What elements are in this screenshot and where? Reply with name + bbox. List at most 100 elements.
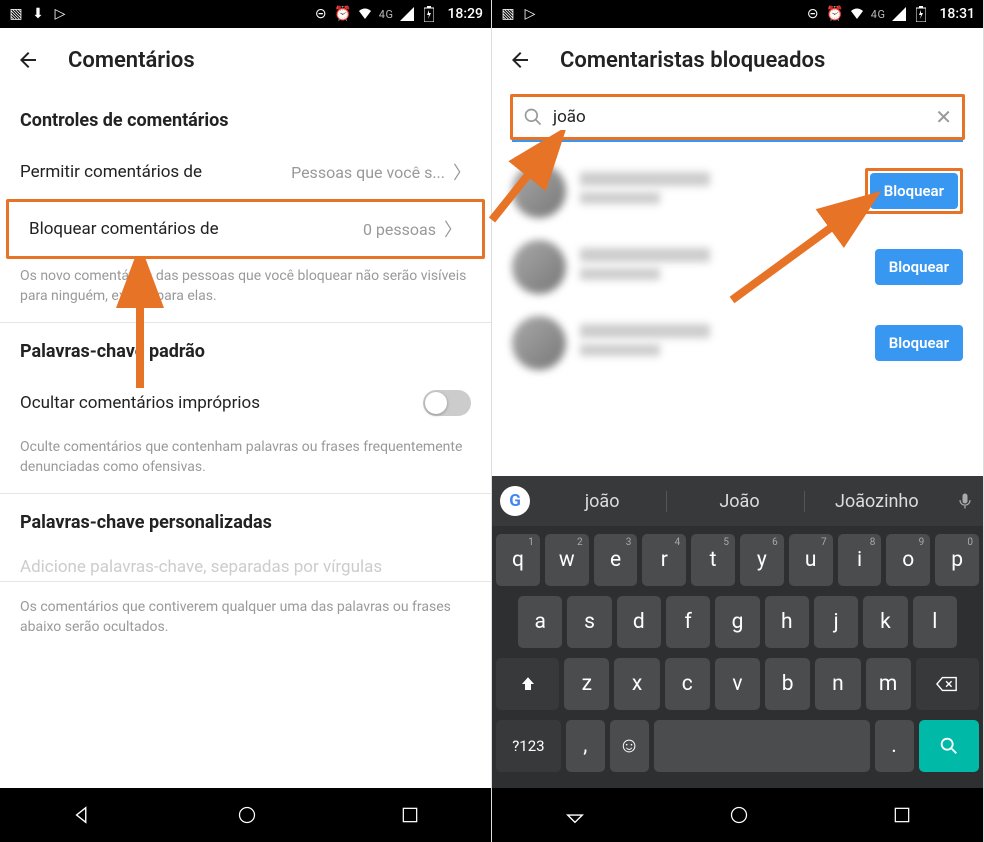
toggle-off[interactable] <box>423 390 471 416</box>
row-value: Pessoas que você s... <box>291 163 445 182</box>
suggestion[interactable]: Joãozinho <box>813 491 941 512</box>
mic-icon[interactable] <box>955 491 975 511</box>
suggestion[interactable]: joão <box>538 491 667 512</box>
nav-back-icon[interactable] <box>564 804 586 826</box>
help-text: Os comentários que contiverem qualquer u… <box>0 590 491 653</box>
key-c[interactable]: c <box>665 658 710 710</box>
nav-recent-icon[interactable] <box>400 805 420 825</box>
android-nav <box>492 788 983 842</box>
key-k[interactable]: k <box>863 596 907 648</box>
battery-icon <box>421 6 437 22</box>
key-d[interactable]: d <box>617 596 661 648</box>
user-name <box>580 172 851 210</box>
status-bar: ▧ ▷ ⊝ ⏰ 4G 18:31 <box>492 0 983 28</box>
key-b[interactable]: b <box>765 658 810 710</box>
help-text: Os novo comentários das pessoas que você… <box>0 259 491 322</box>
key-l[interactable]: l <box>913 596 957 648</box>
nav-recent-icon[interactable] <box>892 805 912 825</box>
alarm-icon: ⏰ <box>335 6 351 22</box>
suggestion-bar: G joão João Joãozinho <box>492 476 983 526</box>
key-q[interactable]: q1 <box>496 534 540 586</box>
space-key[interactable] <box>654 720 870 772</box>
key-x[interactable]: x <box>614 658 659 710</box>
keywords-input[interactable]: Adicione palavras-chave, separadas por v… <box>0 547 491 582</box>
key-w[interactable]: w2 <box>545 534 589 586</box>
row-hide-inappropriate[interactable]: Ocultar comentários impróprios <box>0 376 491 430</box>
user-row: Bloquear <box>512 316 963 370</box>
avatar[interactable] <box>512 164 566 218</box>
phone-left: ▧ ⬇ ▷ ⊝ ⏰ 4G 18:29 Comentários Controles… <box>0 0 492 842</box>
user-row: Bloquear <box>512 240 963 294</box>
search-value: joão <box>553 107 925 127</box>
nav-back-icon[interactable] <box>72 804 94 826</box>
app-header: Comentários <box>0 28 491 92</box>
search-icon <box>523 107 543 127</box>
search-input[interactable]: joão ✕ <box>513 97 962 137</box>
key-t[interactable]: t5 <box>691 534 735 586</box>
back-icon[interactable] <box>16 48 40 72</box>
key-p[interactable]: p0 <box>935 534 979 586</box>
avatar[interactable] <box>512 240 566 294</box>
key-n[interactable]: n <box>815 658 860 710</box>
key-g[interactable]: g <box>715 596 759 648</box>
signal-icon <box>399 6 415 22</box>
key-r[interactable]: r4 <box>642 534 686 586</box>
help-text: Oculte comentários que contenham palavra… <box>0 430 491 493</box>
period-key[interactable]: . <box>875 720 914 772</box>
section-title-controls: Controles de comentários <box>0 92 491 145</box>
chevron-right-icon: 〉 <box>453 159 471 185</box>
key-a[interactable]: a <box>518 596 562 648</box>
clock: 18:29 <box>447 6 483 22</box>
key-u[interactable]: u7 <box>789 534 833 586</box>
google-icon[interactable]: G <box>500 486 530 516</box>
row-block-comments[interactable]: Bloquear comentários de 0 pessoas 〉 <box>6 199 485 259</box>
nav-home-icon[interactable] <box>729 805 749 825</box>
key-i[interactable]: i8 <box>838 534 882 586</box>
clear-icon[interactable]: ✕ <box>935 105 952 129</box>
user-name <box>580 248 861 286</box>
key-y[interactable]: y6 <box>740 534 784 586</box>
block-button[interactable]: Bloquear <box>875 325 963 361</box>
emoji-key[interactable]: ☺ <box>610 720 649 772</box>
key-z[interactable]: z <box>564 658 609 710</box>
search-key[interactable] <box>919 720 979 772</box>
row-value: 0 pessoas <box>363 220 436 239</box>
key-h[interactable]: h <box>765 596 809 648</box>
signal-icon <box>891 6 907 22</box>
section-title-keywords: Palavras-chave padrão <box>0 323 491 376</box>
block-button[interactable]: Bloquear <box>875 249 963 285</box>
download-icon: ⬇ <box>30 6 46 22</box>
alarm-icon: ⏰ <box>827 6 843 22</box>
shift-key[interactable] <box>496 658 559 710</box>
key-e[interactable]: e3 <box>594 534 638 586</box>
key-m[interactable]: m <box>866 658 911 710</box>
row-label: Bloquear comentários de <box>29 219 363 239</box>
key-v[interactable]: v <box>715 658 760 710</box>
play-icon: ▷ <box>52 6 68 22</box>
row-label: Permitir comentários de <box>20 162 291 182</box>
comma-key[interactable]: , <box>566 720 605 772</box>
battery-icon <box>913 6 929 22</box>
user-row: Bloquear <box>512 164 963 218</box>
page-title: Comentários <box>68 48 195 73</box>
phone-right: ▧ ▷ ⊝ ⏰ 4G 18:31 Comentaristas bloqueado… <box>492 0 984 842</box>
key-s[interactable]: s <box>567 596 611 648</box>
backspace-key[interactable] <box>916 658 979 710</box>
dnd-icon: ⊝ <box>313 6 329 22</box>
block-button[interactable]: Bloquear <box>870 173 958 209</box>
play-icon: ▷ <box>522 6 538 22</box>
key-f[interactable]: f <box>666 596 710 648</box>
image-icon: ▧ <box>8 6 24 22</box>
nav-home-icon[interactable] <box>237 805 257 825</box>
key-j[interactable]: j <box>814 596 858 648</box>
wifi-icon <box>357 6 373 22</box>
back-icon[interactable] <box>508 48 532 72</box>
row-allow-comments[interactable]: Permitir comentários de Pessoas que você… <box>0 145 491 199</box>
network-label: 4G <box>379 8 394 21</box>
avatar[interactable] <box>512 316 566 370</box>
keyboard: G joão João Joãozinho q1w2e3r4t5y6u7i8o9… <box>492 476 983 788</box>
chevron-right-icon: 〉 <box>444 216 462 242</box>
suggestion[interactable]: João <box>675 491 804 512</box>
key-o[interactable]: o9 <box>886 534 930 586</box>
symbols-key[interactable]: ?123 <box>496 720 561 772</box>
